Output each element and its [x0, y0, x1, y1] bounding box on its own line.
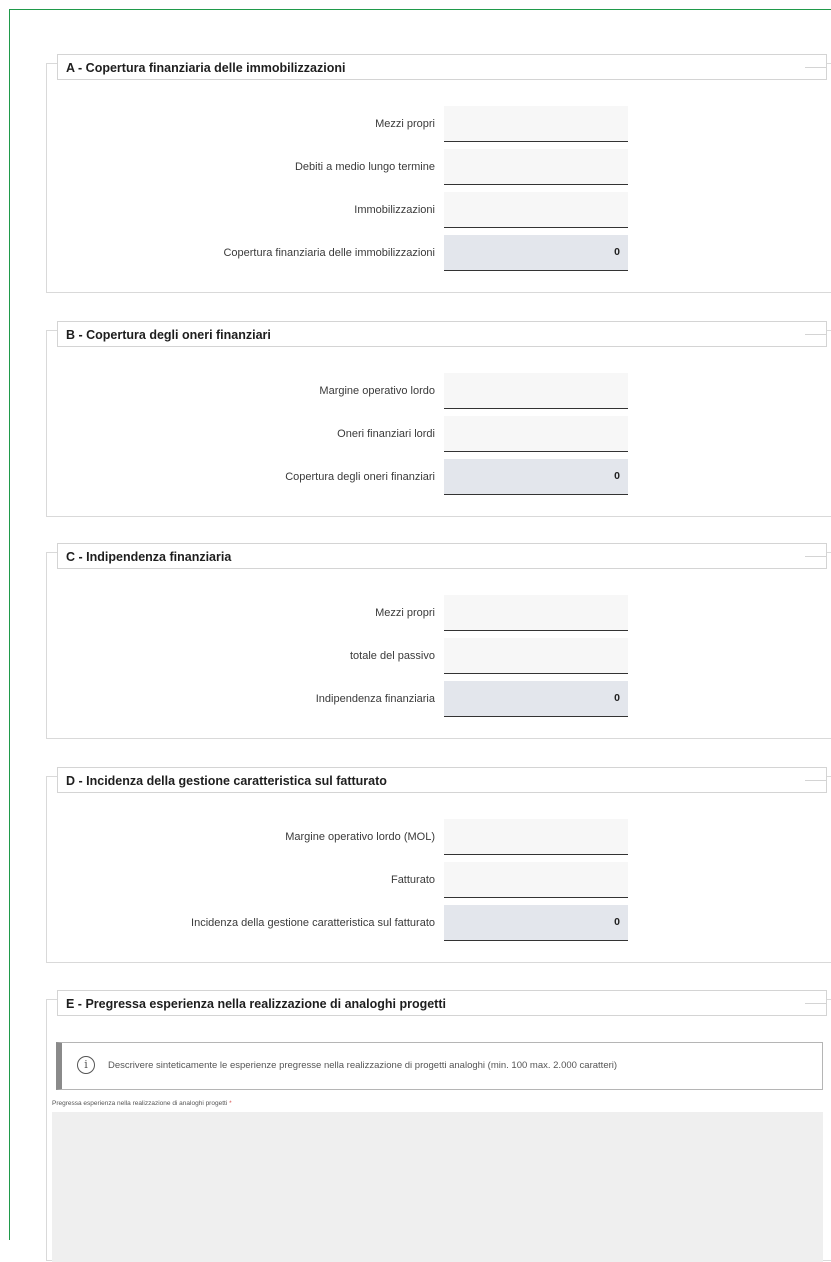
immobilizzazioni-input[interactable] [444, 192, 628, 228]
incidenza-gestione-result: 0 [444, 905, 628, 941]
field-label: Mezzi propri [375, 118, 435, 130]
row-fatturato: Fatturato [47, 862, 831, 898]
oneri-finanziari-lordi-input[interactable] [444, 416, 628, 452]
row-copertura-immobilizzazioni: Copertura finanziaria delle immobilizzaz… [47, 235, 831, 271]
section-c-title: C - Indipendenza finanziaria [57, 543, 827, 569]
required-asterisk: * [229, 1100, 232, 1107]
section-e-title: E - Pregressa esperienza nella realizzaz… [57, 990, 827, 1016]
mezzi-propri-input[interactable] [444, 106, 628, 142]
row-immobilizzazioni: Immobilizzazioni [47, 192, 831, 228]
field-label: totale del passivo [350, 650, 435, 662]
totale-passivo-input[interactable] [444, 638, 628, 674]
copertura-immobilizzazioni-result: 0 [444, 235, 628, 271]
result-value: 0 [614, 470, 620, 482]
field-label: Incidenza della gestione caratteristica … [191, 917, 435, 929]
result-value: 0 [614, 692, 620, 704]
field-label: Mezzi propri [375, 607, 435, 619]
row-debiti-medio-lungo: Debiti a medio lungo termine [47, 149, 831, 185]
result-value: 0 [614, 916, 620, 928]
mol-input[interactable] [444, 819, 628, 855]
info-box: i Descrivere sinteticamente le esperienz… [56, 1042, 823, 1090]
row-indipendenza-finanziaria: Indipendenza finanziaria 0 [47, 681, 831, 717]
row-oneri-finanziari-lordi: Oneri finanziari lordi [47, 416, 831, 452]
section-a-title: A - Copertura finanziaria delle immobili… [57, 54, 827, 80]
result-value: 0 [614, 246, 620, 258]
info-icon: i [77, 1056, 95, 1074]
row-incidenza-gestione: Incidenza della gestione caratteristica … [47, 905, 831, 941]
section-e: E - Pregressa esperienza nella realizzaz… [46, 990, 831, 1262]
field-label: Debiti a medio lungo termine [294, 161, 435, 173]
mezzi-propri-c-input[interactable] [444, 595, 628, 631]
section-c: C - Indipendenza finanziaria Mezzi propr… [46, 543, 831, 739]
field-label: Indipendenza finanziaria [315, 693, 435, 705]
row-mezzi-propri-c: Mezzi propri [47, 595, 831, 631]
info-text: Descrivere sinteticamente le esperienze … [108, 1060, 618, 1071]
row-margine-operativo-lordo: Margine operativo lordo [47, 373, 831, 409]
section-a: A - Copertura finanziaria delle immobili… [46, 54, 831, 293]
field-label: Margine operativo lordo (MOL) [285, 831, 435, 843]
field-label: Fatturato [390, 874, 435, 886]
field-label: Immobilizzazioni [354, 204, 435, 216]
row-mezzi-propri: Mezzi propri [47, 106, 831, 142]
section-d: D - Incidenza della gestione caratterist… [46, 767, 831, 963]
field-label: Copertura finanziaria delle immobilizzaz… [223, 247, 435, 259]
row-mol: Margine operativo lordo (MOL) [47, 819, 831, 855]
fatturato-input[interactable] [444, 862, 628, 898]
row-totale-passivo: totale del passivo [47, 638, 831, 674]
debiti-medio-lungo-input[interactable] [444, 149, 628, 185]
section-d-title: D - Incidenza della gestione caratterist… [57, 767, 827, 793]
textarea-label: Pregressa esperienza nella realizzazione… [52, 1100, 232, 1107]
margine-operativo-lordo-input[interactable] [444, 373, 628, 409]
section-b-title: B - Copertura degli oneri finanziari [57, 321, 827, 347]
indipendenza-finanziaria-result: 0 [444, 681, 628, 717]
field-label: Margine operativo lordo [319, 385, 435, 397]
field-label: Oneri finanziari lordi [337, 428, 435, 440]
section-b: B - Copertura degli oneri finanziari Mar… [46, 321, 831, 517]
row-copertura-oneri: Copertura degli oneri finanziari 0 [47, 459, 831, 495]
field-label: Copertura degli oneri finanziari [285, 471, 435, 483]
esperienza-textarea[interactable] [52, 1112, 823, 1262]
copertura-oneri-result: 0 [444, 459, 628, 495]
